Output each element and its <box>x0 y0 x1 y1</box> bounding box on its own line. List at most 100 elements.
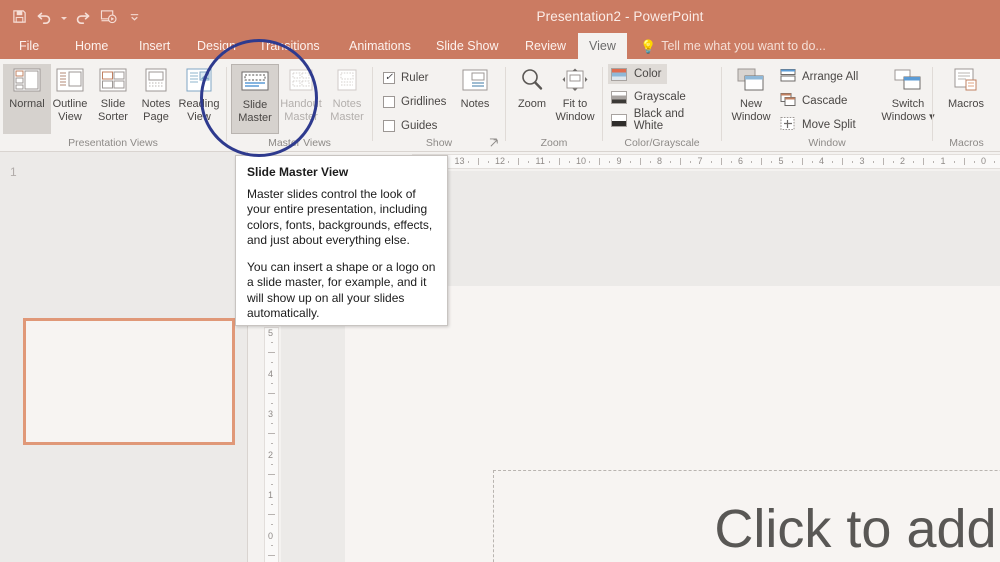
checkbox-box-guides <box>383 120 395 132</box>
tab-review[interactable]: Review <box>514 33 577 59</box>
ruler-tick <box>268 554 275 556</box>
normal-view-button[interactable]: Normal <box>3 64 51 134</box>
handout-master-button[interactable]: Handout Master <box>277 64 325 134</box>
arrange-all-button[interactable]: Arrange All <box>780 66 858 88</box>
ruler-tick <box>751 161 753 163</box>
slideshow-icon[interactable] <box>95 3 121 29</box>
notes-button[interactable]: Notes <box>451 64 499 134</box>
tab-design[interactable]: Design <box>186 33 247 59</box>
notes-page-button[interactable]: Notes Page <box>132 64 180 134</box>
title-placeholder[interactable]: Click to add title <box>493 470 1000 562</box>
cascade-button[interactable]: Cascade <box>780 90 847 112</box>
color-option[interactable]: Color <box>608 64 668 84</box>
group-label-show: Show <box>425 137 453 149</box>
tab-view[interactable]: View <box>578 33 627 59</box>
ruler-tick-label: 3 <box>268 409 274 419</box>
move-split-label: Move Split <box>802 119 856 131</box>
ribbon-tabs: File Home Insert Design Transitions Anim… <box>0 33 1000 59</box>
new-window-label-1: New <box>739 98 762 110</box>
ruler-checkbox[interactable]: ✓ Ruler <box>383 69 428 87</box>
tab-animations[interactable]: Animations <box>338 33 422 59</box>
fit-to-window-label-2: Window <box>555 110 595 123</box>
ruler-tick <box>271 382 273 384</box>
ruler-tick <box>913 161 915 163</box>
ribbon-group-show: ✓ Ruler Gridlines Guides Notes Show <box>373 59 505 152</box>
ruler-tick-label: 13 <box>454 156 465 166</box>
tab-transitions[interactable]: Transitions <box>248 33 331 59</box>
ruler-tick <box>609 161 611 163</box>
ruler-tick <box>882 158 884 165</box>
outline-view-button[interactable]: Outline View <box>46 64 94 134</box>
slide-thumbnail-pane[interactable]: 1 <box>0 152 248 562</box>
ruler-tick-label: 10 <box>576 156 587 166</box>
notes-master-button[interactable]: Notes Master <box>323 64 371 134</box>
switch-windows-icon <box>892 64 924 96</box>
arrange-all-label: Arrange All <box>802 71 859 83</box>
fit-to-window-button[interactable]: Fit to Window <box>551 64 599 134</box>
slide-sorter-label-2: Sorter <box>98 110 128 123</box>
handout-master-label-1: Handout <box>280 98 322 110</box>
ruler-tick-label: 5 <box>268 328 274 338</box>
undo-icon[interactable] <box>32 3 58 29</box>
grayscale-option-label: Grayscale <box>634 91 686 103</box>
ruler-tick <box>933 161 935 163</box>
ruler-tick <box>953 161 955 163</box>
vertical-ruler-scale: 5432101 <box>264 327 279 562</box>
normal-view-label: Normal <box>9 98 45 110</box>
switch-windows-label-1: Switch <box>891 98 925 110</box>
tab-file[interactable]: File <box>8 33 50 59</box>
tab-home[interactable]: Home <box>64 33 119 59</box>
ruler-tick <box>268 433 275 435</box>
ruler-tick <box>629 161 631 163</box>
group-label-window: Window <box>808 137 846 149</box>
window-title: Presentation2 - PowerPoint <box>536 9 704 24</box>
tab-slide-show[interactable]: Slide Show <box>425 33 510 59</box>
ruler-tick <box>268 352 275 354</box>
slide-thumbnail-1[interactable] <box>23 318 235 445</box>
ruler-tick-label: 1 <box>940 156 946 166</box>
cascade-icon <box>780 92 796 110</box>
tell-me-placeholder: Tell me what you want to do... <box>661 39 826 53</box>
ruler-tick-label: 0 <box>268 530 274 541</box>
reading-view-button[interactable]: Reading View <box>175 64 223 134</box>
ruler-tick <box>271 504 273 506</box>
slide-master-button[interactable]: Slide Master <box>231 64 279 134</box>
black-white-option[interactable]: Black and White <box>608 108 721 132</box>
ribbon-group-zoom: Zoom Fit to Window Zoom <box>506 59 602 152</box>
new-window-label-2: Window <box>731 110 771 123</box>
grayscale-swatch-icon <box>611 90 627 104</box>
gridlines-checkbox[interactable]: Gridlines <box>383 93 446 111</box>
ruler-tick <box>771 161 773 163</box>
tooltip-paragraph-2: You can insert a shape or a logo on a sl… <box>247 260 436 321</box>
arrange-all-icon <box>780 68 796 86</box>
group-label-macros: Macros <box>949 137 984 149</box>
slide-number: 1 <box>10 165 17 179</box>
tab-insert[interactable]: Insert <box>128 33 181 59</box>
guides-label: Guides <box>401 120 438 132</box>
ribbon-group-color-grayscale: Color Grayscale Black and White Color/Gr… <box>603 59 721 152</box>
slide-surface[interactable]: Click to add title Click to add subtitle <box>345 286 1000 562</box>
move-split-button[interactable]: Move Split <box>780 114 856 136</box>
chevron-down-icon[interactable] <box>121 3 147 29</box>
ruler-tick-label: 11 <box>535 156 545 166</box>
slide-master-icon <box>240 65 270 97</box>
ruler-tick-label: 0 <box>981 156 987 166</box>
undo-dropdown-icon[interactable] <box>58 3 69 29</box>
show-dialog-launcher[interactable] <box>489 138 501 150</box>
tell-me-search[interactable]: 💡 Tell me what you want to do... <box>640 33 826 59</box>
save-icon[interactable] <box>6 3 32 29</box>
redo-icon[interactable] <box>69 3 95 29</box>
fit-to-window-icon <box>560 64 590 96</box>
slide-sorter-button[interactable]: Slide Sorter <box>89 64 137 134</box>
zoom-button[interactable]: Zoom <box>508 64 556 134</box>
ruler-tick <box>761 158 763 165</box>
workspace: 1 141312111098765432101 Click to add tit… <box>0 152 1000 562</box>
new-window-button[interactable]: New Window <box>727 64 775 134</box>
switch-windows-button[interactable]: Switch Windows ▾ <box>880 64 936 134</box>
notes-page-label-2: Page <box>143 110 169 123</box>
guides-checkbox[interactable]: Guides <box>383 117 437 135</box>
ribbon-group-window: New Window Arrange All Cascade Move Spli… <box>722 59 935 152</box>
grayscale-option[interactable]: Grayscale <box>608 87 692 107</box>
cascade-label: Cascade <box>802 95 848 107</box>
macros-button[interactable]: Macros <box>942 64 990 134</box>
